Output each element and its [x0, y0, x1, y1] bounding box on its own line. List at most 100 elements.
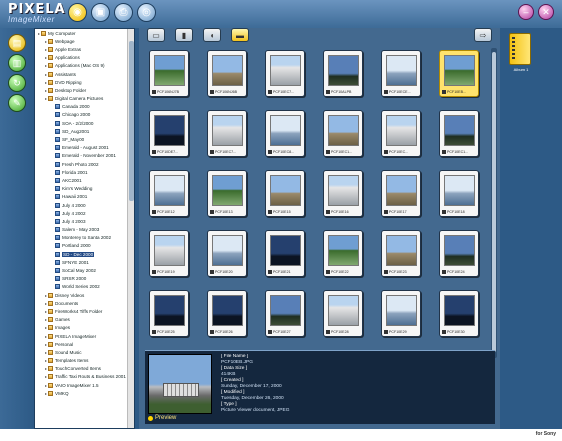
tree-item[interactable]: SF_May00: [35, 135, 134, 143]
thumbnail[interactable]: PCF106NJ7B: [149, 50, 189, 97]
tree-item[interactable]: ▸ Applications: [35, 54, 134, 62]
thumbnail[interactable]: PCF10E16: [323, 170, 363, 217]
tree-item[interactable]: ▸ Templates Items: [35, 357, 134, 365]
tree-item[interactable]: SOA - 2/2/2000: [35, 119, 134, 127]
thumbnail[interactable]: PCF10E26: [207, 290, 247, 337]
tree-item[interactable]: ▸ Personal: [35, 340, 134, 348]
thumbnail[interactable]: PCF10E17: [381, 170, 421, 217]
thumbnail[interactable]: PCF10E20: [207, 230, 247, 277]
album-binder[interactable]: [509, 33, 531, 65]
photo-filter-button[interactable]: ▭: [147, 28, 165, 42]
thumbnail[interactable]: PCF10E13: [207, 170, 247, 217]
thumbnail[interactable]: PCF10E27: [265, 290, 305, 337]
tree-item[interactable]: July 4 2003: [35, 217, 134, 225]
import-tool-button[interactable]: ▥: [8, 54, 26, 72]
tree-item[interactable]: Chicago 2000: [35, 111, 134, 119]
tree-item[interactable]: ▸ Traffic Taxi Routs & Business 2001: [35, 373, 134, 381]
print-mode-button[interactable]: ⎙: [114, 3, 133, 22]
thumbnail[interactable]: PCF10ALPB: [323, 50, 363, 97]
tree-item[interactable]: ▸ Documents: [35, 299, 134, 307]
tree-item[interactable]: AKC2001: [35, 176, 134, 184]
thumbnail[interactable]: PCF10EB...: [439, 50, 479, 97]
thumbnail[interactable]: PCF10EC1...: [323, 110, 363, 157]
tree-item[interactable]: ▸ FireWorks4 Tiffs Folder: [35, 307, 134, 315]
album-mode-button[interactable]: ▣: [91, 3, 110, 22]
tree-item[interactable]: Emerald - August 2001: [35, 144, 134, 152]
preview-label[interactable]: Preview: [148, 415, 176, 421]
tree-item[interactable]: July 4 2000: [35, 201, 134, 209]
thumbnail[interactable]: PCF10EC7...: [265, 50, 305, 97]
tree-item[interactable]: ▸ VAIO ImageMixer 1.5: [35, 381, 134, 389]
tree-item[interactable]: SFNYE 2001: [35, 258, 134, 266]
thumbnail[interactable]: PCF10E15: [265, 170, 305, 217]
thumbnail[interactable]: PCF10EC1...: [439, 110, 479, 157]
thumbnail[interactable]: PCF10E22: [323, 230, 363, 277]
disc-mode-button[interactable]: ◎: [137, 3, 156, 22]
tree-item[interactable]: ▸ DVD Ripping: [35, 78, 134, 86]
tree-item[interactable]: Florida 2001: [35, 168, 134, 176]
thumbnail[interactable]: PCF10EC7...: [207, 110, 247, 157]
tree-item[interactable]: ▸ Assistants: [35, 70, 134, 78]
tree-item[interactable]: SoCal May 2002: [35, 266, 134, 274]
audio-filter-button[interactable]: ◖: [203, 28, 221, 42]
folder-tool-button[interactable]: ▤: [8, 34, 26, 52]
video-filter-button[interactable]: ▮: [175, 28, 193, 42]
thumbnail[interactable]: PCF10EC...: [381, 110, 421, 157]
thumbnail[interactable]: PCF10E19: [149, 230, 189, 277]
tree-item[interactable]: Portland 2000: [35, 242, 134, 250]
edit-tool-button[interactable]: ✎: [8, 94, 26, 112]
tree-item[interactable]: ▸ VMKQ: [35, 389, 134, 397]
thumbnail[interactable]: PCF10E12: [149, 170, 189, 217]
folder-tree[interactable]: ▸ My Computer ▸ Webpage ▸ Apple Extras ▸ Applic…: [34, 28, 135, 429]
tree-item[interactable]: World Series 2002: [35, 283, 134, 291]
close-button[interactable]: ✕: [538, 4, 554, 20]
tree-item[interactable]: ▸ Desktop Folder: [35, 86, 134, 94]
thumbnail[interactable]: PCF106NJ6B: [207, 50, 247, 97]
send-to-button[interactable]: ⇨: [474, 28, 492, 42]
tree-item[interactable]: SRSR 2000: [35, 275, 134, 283]
tree-item[interactable]: ▸ Games: [35, 316, 134, 324]
tree-item[interactable]: Monterey to Santa 2002: [35, 234, 134, 242]
tree-item[interactable]: ▸ Images: [35, 324, 134, 332]
tree-item[interactable]: ▸ Digital Camera Pictures: [35, 95, 134, 103]
tree-item[interactable]: Hawaii 2001: [35, 193, 134, 201]
tree-item[interactable]: Salem - May 2003: [35, 226, 134, 234]
thumbnail[interactable]: PCF10E24: [439, 230, 479, 277]
tree-item[interactable]: ▸ Apple Extras: [35, 45, 134, 53]
thumbnail[interactable]: PCF10E30: [439, 290, 479, 337]
tree-item-label: Assistants: [55, 71, 76, 77]
thumbnail[interactable]: PCF10DE7...: [149, 110, 189, 157]
thumbnail[interactable]: PCF10ECE...: [381, 50, 421, 97]
all-media-filter-button[interactable]: ▬: [231, 28, 249, 42]
tree-scrollbar[interactable]: [127, 29, 134, 428]
tree-item[interactable]: SD_Aug2001: [35, 127, 134, 135]
tree-item[interactable]: ▸ Sound Music: [35, 348, 134, 356]
thumbnail[interactable]: PCF10E18: [439, 170, 479, 217]
tree-item[interactable]: ▸ Webpage: [35, 37, 134, 45]
thumbnail[interactable]: PCF10E28: [323, 290, 363, 337]
thumbnail-scroll-thumb[interactable]: [492, 52, 496, 352]
thumbnail[interactable]: PCF10EC8...: [265, 110, 305, 157]
thumbnail-scrollbar[interactable]: [491, 48, 497, 358]
tree-item[interactable]: Canada 2000: [35, 103, 134, 111]
tree-scroll-thumb[interactable]: [129, 41, 134, 201]
tree-item[interactable]: ▸ Applications (Mac OS 9): [35, 62, 134, 70]
folder-icon: [55, 194, 60, 200]
thumbnail[interactable]: PCF10E21: [265, 230, 305, 277]
tree-item[interactable]: ▸ Disney Videos: [35, 291, 134, 299]
tree-item[interactable]: SD - Dec 2000: [35, 250, 134, 258]
tree-item[interactable]: Kim's Wedding: [35, 185, 134, 193]
tree-item[interactable]: ▸ TouchConverted Items: [35, 365, 134, 373]
refresh-tool-button[interactable]: ↻: [8, 74, 26, 92]
thumbnail[interactable]: PCF10E25: [149, 290, 189, 337]
tree-item[interactable]: Fresh Photo 2002: [35, 160, 134, 168]
tree-item[interactable]: July 4 2002: [35, 209, 134, 217]
thumbnail[interactable]: PCF10E23: [381, 230, 421, 277]
minimize-button[interactable]: –: [518, 4, 534, 20]
tree-item-label: Florida 2001: [62, 169, 88, 175]
tree-item[interactable]: ▸ PIXELA ImageMixer: [35, 332, 134, 340]
camera-mode-button[interactable]: ◉: [68, 3, 87, 22]
tree-item[interactable]: Emerald - November 2001: [35, 152, 134, 160]
tree-item[interactable]: ▸ My Computer: [35, 29, 134, 37]
thumbnail[interactable]: PCF10E29: [381, 290, 421, 337]
